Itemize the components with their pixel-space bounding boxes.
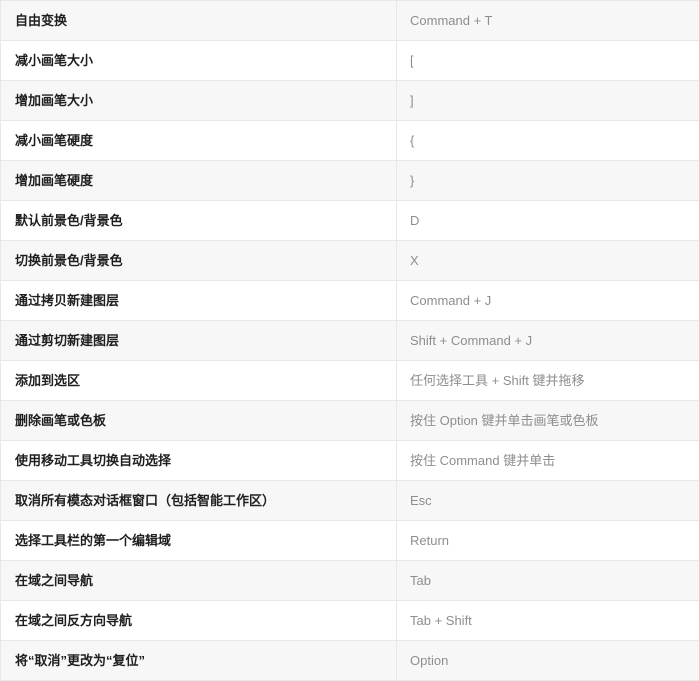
table-row: 减小画笔硬度{	[0, 120, 699, 161]
table-row: 在域之间反方向导航 Tab + Shift	[0, 600, 699, 641]
shortcut-action-label: 减小画笔大小	[0, 40, 397, 81]
keyboard-shortcuts-table: 自由变换 Command + T 减小画笔大小[增加画笔大小] 减小画笔硬度{增加画笔…	[0, 0, 699, 681]
shortcut-key-value: D	[396, 200, 699, 241]
table-row: 自由变换 Command + T	[0, 0, 699, 41]
shortcut-key-value: Option	[396, 640, 699, 681]
shortcut-action-label: 通过剪切新建图层	[0, 320, 397, 361]
shortcut-key-value: Tab	[396, 560, 699, 601]
shortcut-key-value: Esc	[396, 480, 699, 521]
shortcut-key-value: ]	[396, 80, 699, 121]
table-row: 将“取消”更改为“复位” Option	[0, 640, 699, 681]
shortcut-action-label: 删除画笔或色板	[0, 400, 397, 441]
table-row: 通过拷贝新建图层 Command + J	[0, 280, 699, 321]
table-row: 删除画笔或色板 按住 Option 键并单击画笔或色板	[0, 400, 699, 441]
shortcut-key-value: Tab + Shift	[396, 600, 699, 641]
table-row: 增加画笔硬度}	[0, 160, 699, 201]
table-row: 切换前景色/背景色 X	[0, 240, 699, 281]
table-row: 添加到选区 任何选择工具 + Shift 键并拖移	[0, 360, 699, 401]
table-row: 增加画笔大小]	[0, 80, 699, 121]
table-row: 取消所有模态对话框窗口（包括智能工作区） Esc	[0, 480, 699, 521]
shortcut-action-label: 自由变换	[0, 0, 397, 41]
shortcut-action-label: 添加到选区	[0, 360, 397, 401]
shortcut-key-value: Return	[396, 520, 699, 561]
shortcut-key-value: [	[396, 40, 699, 81]
shortcut-key-value: }	[396, 160, 699, 201]
table-row: 选择工具栏的第一个编辑域 Return	[0, 520, 699, 561]
shortcut-key-value: Command + T	[396, 0, 699, 41]
shortcut-key-value: 按住 Option 键并单击画笔或色板	[396, 400, 699, 441]
shortcut-action-label: 减小画笔硬度	[0, 120, 397, 161]
shortcut-action-label: 将“取消”更改为“复位”	[0, 640, 397, 681]
table-row: 减小画笔大小[	[0, 40, 699, 81]
table-row: 通过剪切新建图层 Shift + Command + J	[0, 320, 699, 361]
shortcut-action-label: 在域之间反方向导航	[0, 600, 397, 641]
shortcut-action-label: 选择工具栏的第一个编辑域	[0, 520, 397, 561]
shortcut-key-value: X	[396, 240, 699, 281]
shortcut-key-value: 按住 Command 键并单击	[396, 440, 699, 481]
table-row: 默认前景色/背景色 D	[0, 200, 699, 241]
shortcut-key-value: {	[396, 120, 699, 161]
shortcut-action-label: 通过拷贝新建图层	[0, 280, 397, 321]
table-row: 在域之间导航 Tab	[0, 560, 699, 601]
shortcut-action-label: 增加画笔硬度	[0, 160, 397, 201]
shortcut-action-label: 切换前景色/背景色	[0, 240, 397, 281]
shortcut-action-label: 使用移动工具切换自动选择	[0, 440, 397, 481]
shortcuts-table-body: 自由变换 Command + T 减小画笔大小[增加画笔大小] 减小画笔硬度{增加画笔…	[0, 0, 699, 681]
shortcut-action-label: 在域之间导航	[0, 560, 397, 601]
shortcut-action-label: 取消所有模态对话框窗口（包括智能工作区）	[0, 480, 397, 521]
shortcut-key-value: Shift + Command + J	[396, 320, 699, 361]
shortcut-action-label: 增加画笔大小	[0, 80, 397, 121]
shortcut-key-value: Command + J	[396, 280, 699, 321]
shortcut-action-label: 默认前景色/背景色	[0, 200, 397, 241]
shortcut-key-value: 任何选择工具 + Shift 键并拖移	[396, 360, 699, 401]
table-row: 使用移动工具切换自动选择 按住 Command 键并单击	[0, 440, 699, 481]
